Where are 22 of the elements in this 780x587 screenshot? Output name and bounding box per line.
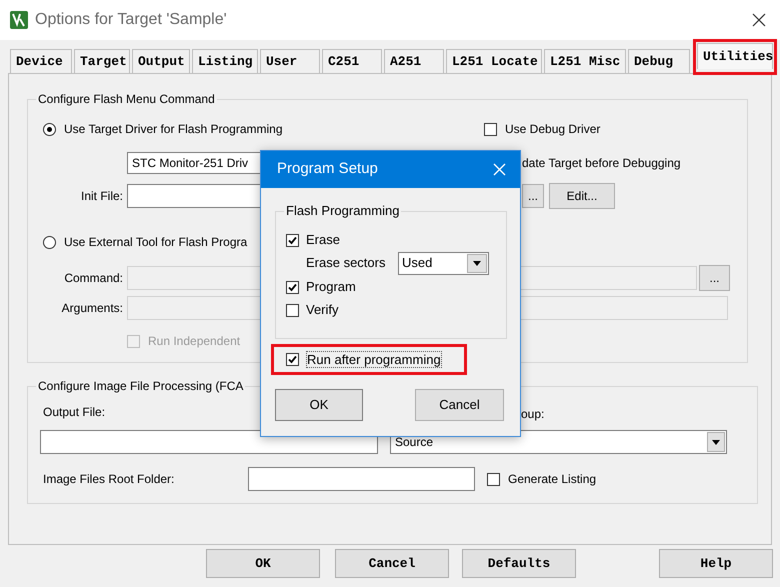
option-label: Run after programming (306, 351, 442, 368)
option-label: date Target before Debugging (522, 155, 681, 172)
option-label: Verify (306, 301, 339, 320)
field-label: oup: (521, 406, 544, 423)
option-label: Erase (306, 231, 340, 250)
field-label: Image Files Root Folder: (43, 471, 176, 488)
field-label: Command: (63, 270, 123, 287)
field-label: Arguments: (60, 300, 123, 317)
field-label: Erase sectors (306, 254, 386, 272)
dialog-title: Program Setup (277, 159, 378, 180)
field-label: Init File: (80, 188, 123, 205)
option-label: Program (306, 278, 356, 296)
window-title: Options for Target 'Sample' (35, 10, 227, 30)
option-label: Generate Listing (508, 471, 596, 488)
group-title: Configure Image File Processing (FCA (36, 378, 246, 394)
group-title: Configure Flash Menu Command (36, 91, 217, 107)
field-label: Output File: (43, 404, 106, 421)
option-label: Run Independent (148, 333, 240, 350)
option-label: Use External Tool for Flash Progra (64, 234, 248, 251)
option-label: Use Debug Driver (505, 121, 600, 138)
group-title: Flash Programming (284, 203, 402, 219)
option-label: Use Target Driver for Flash Programming (64, 121, 283, 138)
